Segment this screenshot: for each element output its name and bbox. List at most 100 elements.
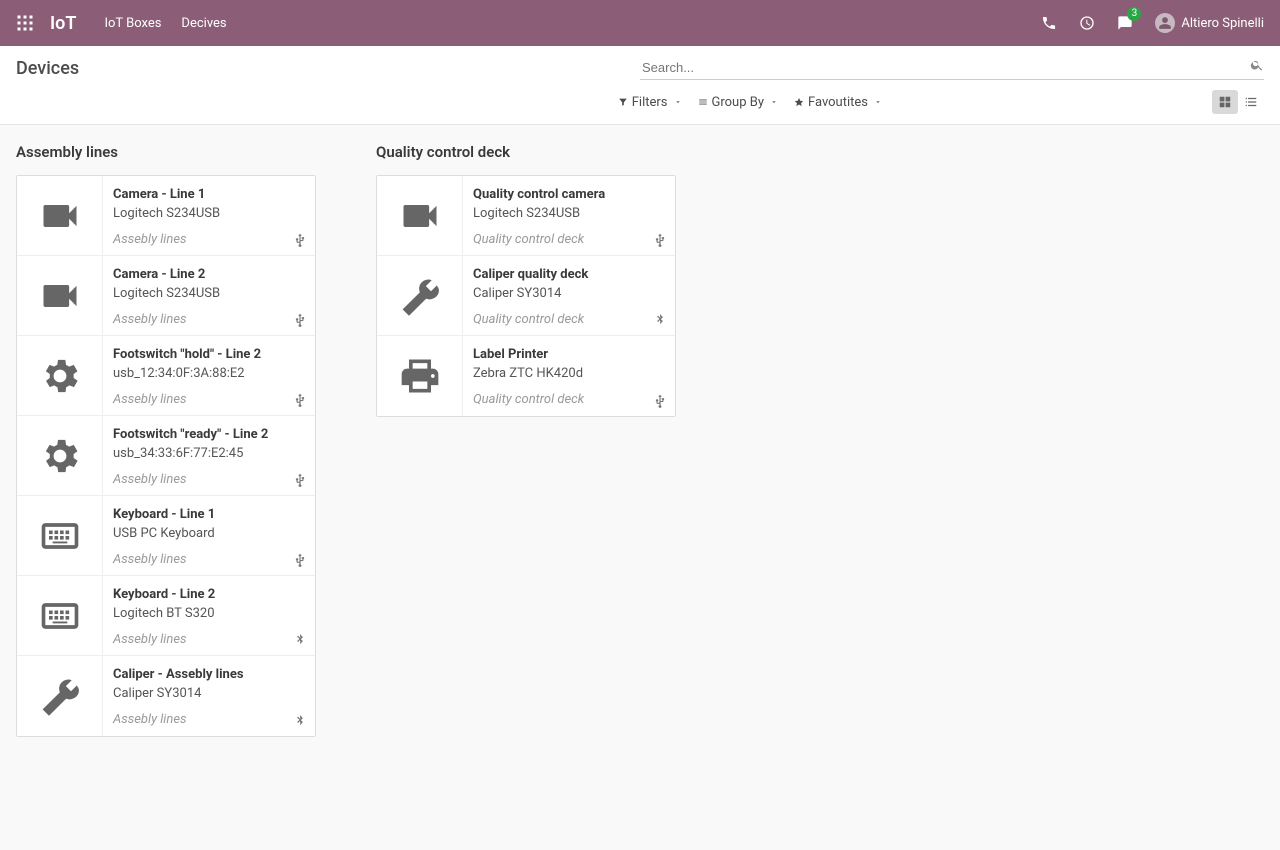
nav-link-devices[interactable]: Decives (181, 16, 226, 31)
card-name: Caliper quality deck (473, 266, 665, 284)
kanban-icon (1218, 95, 1232, 109)
card-body: Keyboard - Line 2Logitech BT S320Assebly… (103, 576, 315, 655)
caret-icon (874, 98, 882, 106)
control-panel-row1: Devices (0, 46, 1280, 84)
card-subtitle: Caliper SY3014 (113, 684, 305, 704)
card-group: Quality control deck (473, 392, 665, 407)
favorites-button[interactable]: Favoutites (794, 95, 882, 110)
bluetooth-icon (653, 313, 667, 327)
nav-link-iot-boxes[interactable]: IoT Boxes (104, 16, 161, 31)
card-group: Assebly lines (113, 472, 305, 487)
search-icon[interactable] (1250, 58, 1264, 72)
user-menu[interactable]: Altiero Spinelli (1155, 13, 1264, 33)
card-body: Camera - Line 1Logitech S234USB Assebly l… (103, 176, 315, 255)
star-icon (794, 97, 804, 107)
favorites-label: Favoutites (808, 95, 868, 110)
card-name: Quality control camera (473, 186, 665, 204)
device-card[interactable]: Footswitch "hold" - Line 2usb_12:34:0F:3… (17, 336, 315, 416)
card-subtitle: Logitech S234USB (113, 204, 305, 224)
page-title: Devices (16, 58, 79, 79)
view-switcher (1212, 90, 1264, 114)
device-card[interactable]: Label PrinterZebra ZTC HK420d Quality con… (377, 336, 675, 416)
device-card[interactable]: Quality control cameraLogitech S234USBQu… (377, 176, 675, 256)
card-group: Assebly lines (113, 312, 305, 327)
usb-icon (293, 313, 307, 327)
usb-icon (653, 233, 667, 247)
brand[interactable]: IoT (50, 13, 76, 34)
username: Altiero Spinelli (1181, 16, 1264, 31)
camera-icon (17, 176, 103, 255)
card-name: Footswitch "ready" - Line 2 (113, 426, 305, 444)
card-subtitle: Logitech S234USB (113, 284, 305, 304)
funnel-icon (618, 97, 628, 107)
card-subtitle: Zebra ZTC HK420d (473, 364, 665, 384)
avatar (1155, 13, 1175, 33)
device-card[interactable]: Keyboard - Line 2Logitech BT S320Assebly… (17, 576, 315, 656)
device-card[interactable]: Keyboard - Line 1USB PC KeyboardAssebly … (17, 496, 315, 576)
caret-icon (770, 98, 778, 106)
card-group: Assebly lines (113, 392, 305, 407)
kanban-view-button[interactable] (1212, 90, 1238, 114)
card-subtitle: usb_34:33:6F:77:E2:45 (113, 444, 305, 464)
card-subtitle: Logitech S234USB (473, 204, 665, 224)
device-card[interactable]: Caliper quality deckCaliper SY3014Qualit… (377, 256, 675, 336)
card-name: Footswitch "hold" - Line 2 (113, 346, 305, 364)
navbar-left: IoT IoT Boxes Decives (16, 13, 247, 34)
list-icon (1244, 95, 1258, 109)
wrench-icon (17, 656, 103, 736)
messages-badge: 3 (1127, 7, 1141, 21)
kanban-column: Assembly linesCamera - Line 1Logitech S2… (16, 143, 316, 737)
card-body: Footswitch "hold" - Line 2usb_12:34:0F:3… (103, 336, 315, 415)
card-body: Label PrinterZebra ZTC HK420d Quality con… (463, 336, 675, 416)
card-body: Footswitch "ready" - Line 2usb_34:33:6F:… (103, 416, 315, 495)
gear-icon (17, 336, 103, 415)
phone-icon[interactable] (1041, 15, 1057, 31)
usb-icon (653, 394, 667, 408)
gear-icon (17, 416, 103, 495)
device-card[interactable]: Footswitch "ready" - Line 2usb_34:33:6F:… (17, 416, 315, 496)
filter-group: Filters Group By Favoutites (618, 95, 882, 110)
card-body: Quality control cameraLogitech S234USBQu… (463, 176, 675, 255)
device-card[interactable]: Camera - Line 2Logitech S234USB Assebly l… (17, 256, 315, 336)
caret-icon (674, 98, 682, 106)
usb-icon (293, 473, 307, 487)
column-title: Assembly lines (16, 143, 316, 161)
card-list: Quality control cameraLogitech S234USB Qu… (376, 175, 676, 417)
card-body: Keyboard - Line 1USB PC KeyboardAssebly … (103, 496, 315, 575)
card-name: Camera - Line 2 (113, 266, 305, 284)
card-body: Caliper - Assebly linesCaliper SY3014 Ass… (103, 656, 315, 736)
card-name: Caliper - Assebly lines (113, 666, 305, 684)
device-card[interactable]: Caliper - Assebly linesCaliper SY3014 Ass… (17, 656, 315, 736)
groupby-button[interactable]: Group By (698, 95, 779, 110)
kanban-column: Quality control deck Quality control came… (376, 143, 676, 417)
column-title: Quality control deck (376, 143, 676, 161)
camera-icon (17, 256, 103, 335)
card-group: Assebly lines (113, 712, 305, 727)
groupby-label: Group By (712, 95, 765, 110)
list-view-button[interactable] (1238, 90, 1264, 114)
card-subtitle: Logitech BT S320 (113, 604, 305, 624)
card-group: Assebly lines (113, 232, 305, 247)
card-name: Camera - Line 1 (113, 186, 305, 204)
wrench-icon (377, 256, 463, 335)
card-subtitle: Caliper SY3014 (473, 284, 665, 304)
control-panel: Devices Filters Group By Favoutites (0, 46, 1280, 125)
device-card[interactable]: Camera - Line 1Logitech S234USB Assebly l… (17, 176, 315, 256)
keyboard-icon (17, 496, 103, 575)
card-subtitle: usb_12:34:0F:3A:88:E2 (113, 364, 305, 384)
usb-icon (293, 233, 307, 247)
card-name: Label Printer (473, 346, 665, 364)
card-subtitle: USB PC Keyboard (113, 524, 305, 544)
clock-icon[interactable] (1079, 15, 1095, 31)
kanban: Assembly linesCamera - Line 1Logitech S2… (0, 125, 1280, 755)
navbar: IoT IoT Boxes Decives 3 Altiero Spinelli (0, 0, 1280, 46)
navbar-right: 3 Altiero Spinelli (1041, 13, 1264, 33)
filters-label: Filters (632, 95, 668, 110)
filters-button[interactable]: Filters (618, 95, 682, 110)
apps-icon[interactable] (16, 14, 34, 32)
search-input[interactable] (640, 56, 1264, 79)
messages-icon[interactable]: 3 (1117, 15, 1133, 31)
usb-icon (293, 553, 307, 567)
card-group: Assebly lines (113, 632, 305, 647)
usb-icon (293, 393, 307, 407)
